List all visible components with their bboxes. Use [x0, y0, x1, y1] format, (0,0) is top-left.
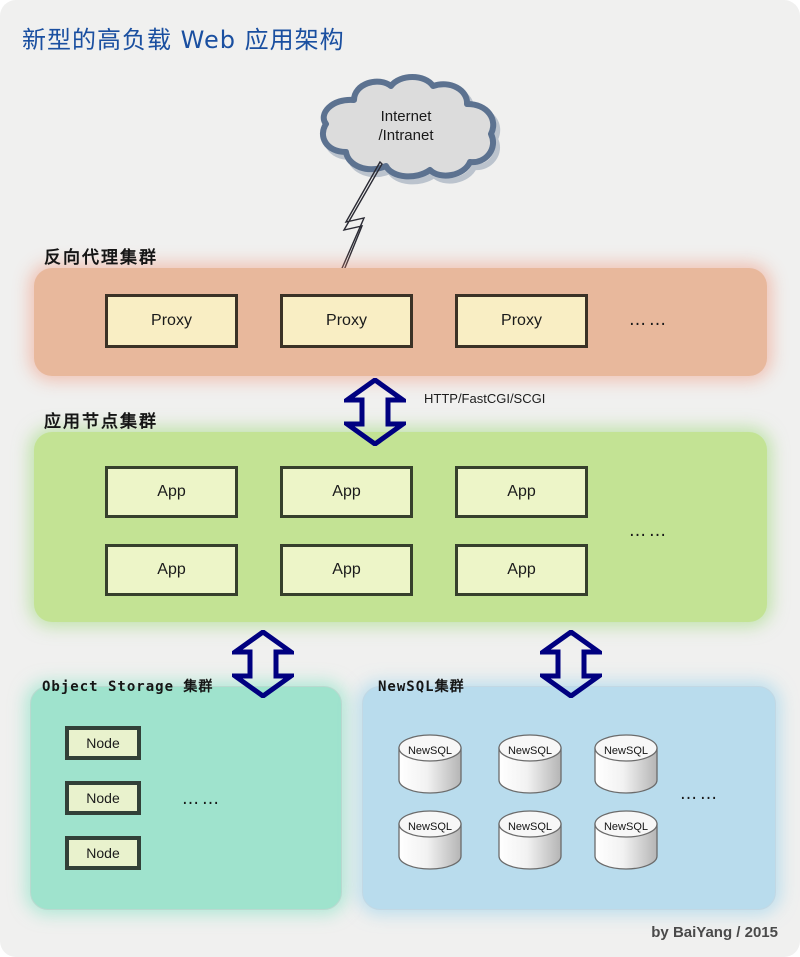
- cluster-label-newsql: NewSQL集群: [378, 679, 465, 695]
- app-node-1-label: App: [157, 483, 186, 500]
- app-node-6-label: App: [507, 561, 536, 578]
- proxy-ellipsis: ……: [629, 310, 669, 330]
- proxy-node-2-label: Proxy: [326, 312, 367, 329]
- app-node-4[interactable]: App: [105, 544, 238, 596]
- arrow-app-to-object-storage: [232, 630, 294, 698]
- app-node-5-label: App: [332, 561, 361, 578]
- object-storage-node-2-label: Node: [86, 790, 120, 806]
- app-node-4-label: App: [157, 561, 186, 578]
- object-storage-node-1-label: Node: [86, 735, 120, 751]
- newsql-node-2[interactable]: NewSQL: [496, 732, 564, 796]
- newsql-node-3[interactable]: NewSQL: [592, 732, 660, 796]
- app-ellipsis: ……: [629, 521, 669, 541]
- page-title: 新型的高负载 Web 应用架构: [22, 26, 345, 54]
- app-node-1[interactable]: App: [105, 466, 238, 518]
- link-protocol-label: HTTP/FastCGI/SCGI: [424, 391, 546, 406]
- newsql-node-1[interactable]: NewSQL: [396, 732, 464, 796]
- newsql-node-5[interactable]: NewSQL: [496, 808, 564, 872]
- newsql-node-4[interactable]: NewSQL: [396, 808, 464, 872]
- proxy-node-3-label: Proxy: [501, 312, 542, 329]
- cluster-label-proxy: 反向代理集群: [44, 248, 158, 268]
- proxy-node-2[interactable]: Proxy: [280, 294, 413, 348]
- newsql-ellipsis: ……: [680, 784, 720, 804]
- arrow-proxy-to-app: [344, 378, 406, 446]
- object-storage-node-3-label: Node: [86, 845, 120, 861]
- proxy-node-1-label: Proxy: [151, 312, 192, 329]
- app-node-3[interactable]: App: [455, 466, 588, 518]
- object-storage-node-1[interactable]: Node: [65, 726, 141, 760]
- app-node-2[interactable]: App: [280, 466, 413, 518]
- cluster-label-object-storage: Object Storage 集群: [42, 679, 214, 695]
- app-node-3-label: App: [507, 483, 536, 500]
- arrow-app-to-newsql: [540, 630, 602, 698]
- proxy-node-3[interactable]: Proxy: [455, 294, 588, 348]
- object-storage-node-3[interactable]: Node: [65, 836, 141, 870]
- cluster-label-app: 应用节点集群: [44, 412, 158, 432]
- app-node-2-label: App: [332, 483, 361, 500]
- newsql-node-6[interactable]: NewSQL: [592, 808, 660, 872]
- lightning-connector-icon: [318, 160, 408, 285]
- app-node-5[interactable]: App: [280, 544, 413, 596]
- architecture-diagram: 新型的高负载 Web 应用架构 Internet /Intranet 反向代理集…: [0, 0, 800, 957]
- object-storage-ellipsis: ……: [182, 789, 222, 809]
- app-node-6[interactable]: App: [455, 544, 588, 596]
- object-storage-node-2[interactable]: Node: [65, 781, 141, 815]
- footer-credit: by BaiYang / 2015: [651, 924, 778, 941]
- proxy-node-1[interactable]: Proxy: [105, 294, 238, 348]
